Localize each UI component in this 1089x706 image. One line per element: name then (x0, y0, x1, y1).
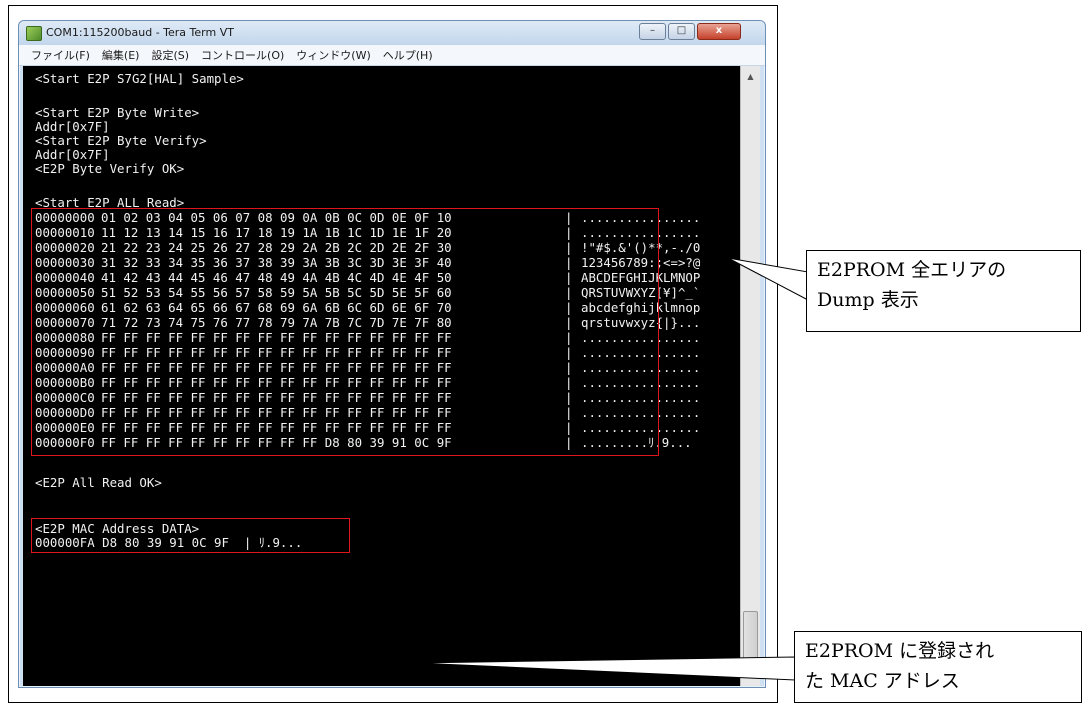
dump-callout-line: Dump 表示 (817, 289, 919, 311)
mac-callout-line: た MAC アドレス (805, 670, 960, 692)
callout-pointers (415, 257, 809, 681)
dump-callout: E2PROM 全エリアの Dump 表示 (806, 250, 1081, 332)
dump-callout-pointer (727, 257, 809, 301)
mac-callout: E2PROM に登録され た MAC アドレス (794, 631, 1082, 703)
mac-callout-pointer (415, 656, 796, 681)
mac-callout-line: E2PROM に登録され (805, 640, 995, 662)
dump-callout-line: E2PROM 全エリアの (817, 259, 1007, 281)
